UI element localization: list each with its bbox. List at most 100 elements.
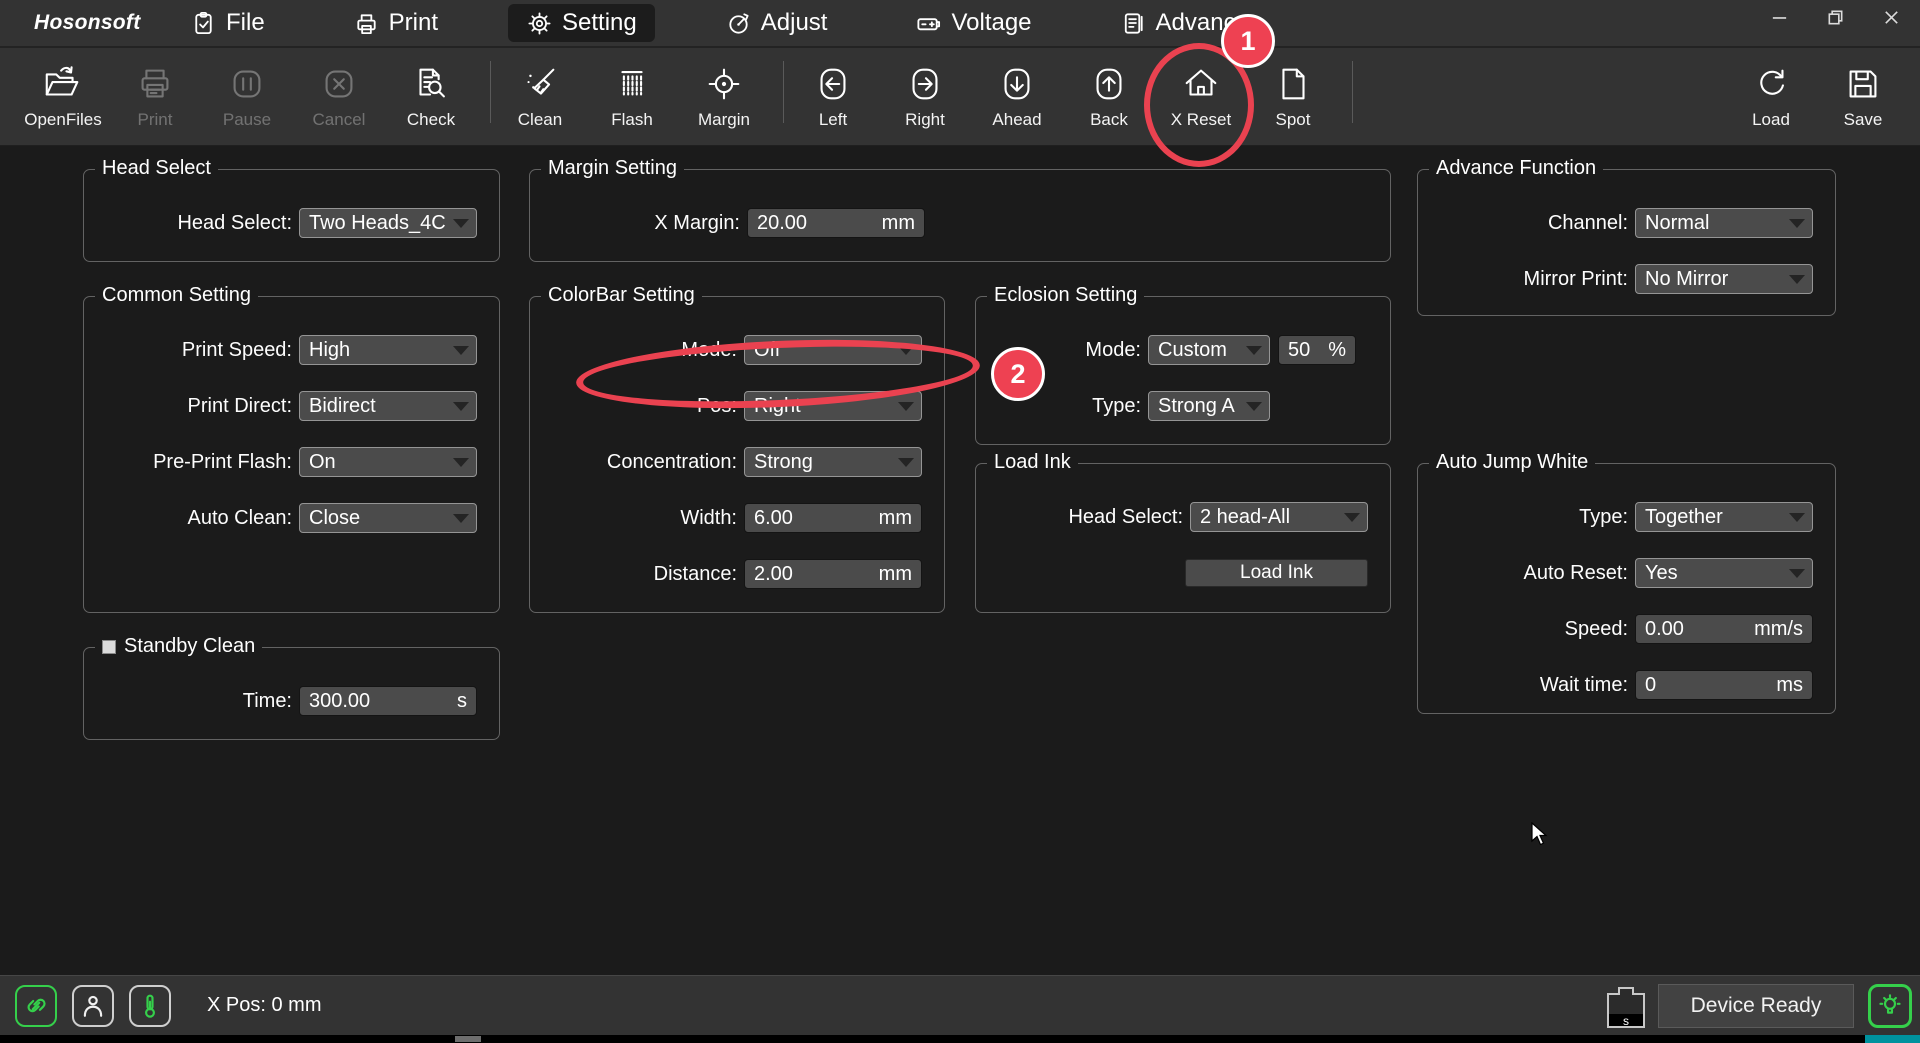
chevron-down-icon <box>1246 402 1262 411</box>
auto-reset-dropdown[interactable]: Yes <box>1635 558 1813 588</box>
toolbar-left-button[interactable]: Left <box>792 63 874 130</box>
person-icon <box>80 993 106 1019</box>
ajw-type-dropdown[interactable]: Together <box>1635 502 1813 532</box>
clean-brush-icon <box>519 63 561 105</box>
auto-clean-dropdown[interactable]: Close <box>299 503 477 533</box>
toolbar-spot-button[interactable]: Spot <box>1252 63 1334 130</box>
eclosion-percent-input[interactable]: 50 % <box>1278 335 1356 365</box>
toolbar-flash-button[interactable]: Flash <box>591 63 673 130</box>
minimize-button[interactable] <box>1764 4 1794 30</box>
eclosion-type-dropdown[interactable]: Strong A <box>1148 391 1270 421</box>
standby-clean-checkbox[interactable] <box>102 640 116 654</box>
link-icon <box>23 993 49 1019</box>
close-button[interactable] <box>1876 4 1906 30</box>
auto-clean-row: Auto Clean: Close <box>84 503 477 533</box>
toolbar-separator <box>1352 61 1353 123</box>
window-controls <box>1764 4 1920 30</box>
toolbar-pause-button[interactable]: Pause <box>206 63 288 130</box>
toolbar-openfiles-button[interactable]: OpenFiles <box>22 63 104 130</box>
channel-label: Channel: <box>1548 212 1628 235</box>
toolbar-save-button[interactable]: Save <box>1822 63 1904 130</box>
print-direct-dropdown[interactable]: Bidirect <box>299 391 477 421</box>
temperature-status-button[interactable] <box>129 985 171 1027</box>
loadink-head-select-label: Head Select: <box>1068 506 1183 529</box>
panel-eclosion-setting: Eclosion Setting Mode: Custom 50 % Type: <box>975 296 1391 445</box>
standby-time-input[interactable]: 300.00 s <box>299 686 477 716</box>
colorbar-pos-row: Pos: Right <box>530 391 922 421</box>
taskbar-strip <box>0 1035 1920 1043</box>
concentration-label: Concentration: <box>607 451 737 474</box>
pre-print-flash-dropdown[interactable]: On <box>299 447 477 477</box>
toolbar-x-reset-button[interactable]: X Reset <box>1160 63 1242 130</box>
toolbar-clean-button[interactable]: Clean <box>499 63 581 130</box>
print-direct-label: Print Direct: <box>188 395 292 418</box>
toolbar-right-button[interactable]: Right <box>884 63 966 130</box>
menu-tab-file[interactable]: File <box>172 4 283 42</box>
menu-tab-advance[interactable]: Advance <box>1102 4 1267 42</box>
x-margin-input[interactable]: 20.00 mm <box>747 208 925 238</box>
home-icon <box>1180 63 1222 105</box>
colorbar-distance-input[interactable]: 2.00 mm <box>744 559 922 589</box>
toolbar-margin-button[interactable]: Margin <box>683 63 765 130</box>
device-status-button[interactable]: Device Ready <box>1658 984 1854 1028</box>
ajw-type-row: Type: Together <box>1418 502 1813 532</box>
margin-target-icon <box>703 63 745 105</box>
panel-title: Margin Setting <box>541 157 684 180</box>
panel-title: Auto Jump White <box>1429 451 1595 474</box>
chevron-down-icon <box>1246 346 1262 355</box>
panel-title: Head Select <box>95 157 218 180</box>
chevron-down-icon <box>453 346 469 355</box>
toolbar-load-button[interactable]: Load <box>1730 63 1812 130</box>
chevron-down-icon <box>898 346 914 355</box>
arrow-up-icon <box>1088 63 1130 105</box>
operator-status-button[interactable] <box>72 985 114 1027</box>
head-select-label: Head Select: <box>177 212 292 235</box>
wait-time-input[interactable]: 0 ms <box>1635 670 1813 700</box>
colorbar-distance-label: Distance: <box>654 563 737 586</box>
toolbar-print-button[interactable]: Print <box>114 63 196 130</box>
ajw-speed-input[interactable]: 0.00 mm/s <box>1635 614 1813 644</box>
toolbar-cancel-button[interactable]: Cancel <box>298 63 380 130</box>
ajw-speed-row: Speed: 0.00 mm/s <box>1418 614 1813 644</box>
flash-grid-icon <box>611 63 653 105</box>
colorbar-mode-dropdown[interactable]: Off <box>744 335 922 365</box>
print-speed-dropdown[interactable]: High <box>299 335 477 365</box>
chevron-down-icon <box>453 219 469 228</box>
panel-margin-setting: Margin Setting X Margin: 20.00 mm <box>529 169 1391 262</box>
settings-page: Head Select Head Select: Two Heads_4C Ma… <box>0 146 1920 973</box>
standby-clean-title: Standby Clean <box>124 635 255 658</box>
menu-tab-print[interactable]: Print <box>335 4 456 42</box>
mirror-print-label: Mirror Print: <box>1524 268 1628 291</box>
menu-tab-label: File <box>226 9 265 37</box>
toolbar-ahead-button[interactable]: Ahead <box>976 63 1058 130</box>
menu-tab-setting[interactable]: Setting <box>508 4 655 42</box>
concentration-dropdown[interactable]: Strong <box>744 447 922 477</box>
menu-tab-adjust[interactable]: Adjust <box>707 4 846 42</box>
loadink-head-select-dropdown[interactable]: 2 head-All <box>1190 502 1368 532</box>
toolbar-check-button[interactable]: Check <box>390 63 472 130</box>
colorbar-width-row: Width: 6.00 mm <box>530 503 922 533</box>
panel-load-ink: Load Ink Head Select: 2 head-All Load In… <box>975 463 1391 613</box>
auto-clean-label: Auto Clean: <box>187 507 292 530</box>
load-ink-button[interactable]: Load Ink <box>1185 559 1368 587</box>
channel-dropdown[interactable]: Normal <box>1635 208 1813 238</box>
taskbar-accent <box>1865 1035 1920 1043</box>
light-bulb-icon <box>1877 993 1903 1019</box>
menu-tab-voltage[interactable]: Voltage <box>897 4 1049 42</box>
mirror-print-dropdown[interactable]: No Mirror <box>1635 264 1813 294</box>
pause-icon <box>226 63 268 105</box>
maximize-button[interactable] <box>1820 4 1850 30</box>
colorbar-width-input[interactable]: 6.00 mm <box>744 503 922 533</box>
eclosion-mode-dropdown[interactable]: Custom <box>1148 335 1270 365</box>
load-refresh-icon <box>1750 63 1792 105</box>
toolbar-back-button[interactable]: Back <box>1068 63 1150 130</box>
light-toggle-button[interactable] <box>1868 984 1912 1028</box>
head-select-dropdown[interactable]: Two Heads_4C <box>299 208 477 238</box>
concentration-row: Concentration: Strong <box>530 447 922 477</box>
connection-status-button[interactable] <box>15 985 57 1027</box>
menu-tab-label: Setting <box>562 9 637 37</box>
chevron-down-icon <box>898 402 914 411</box>
load-ink-button-row: Load Ink <box>976 558 1368 588</box>
colorbar-pos-dropdown[interactable]: Right <box>744 391 922 421</box>
open-files-icon <box>42 63 84 105</box>
